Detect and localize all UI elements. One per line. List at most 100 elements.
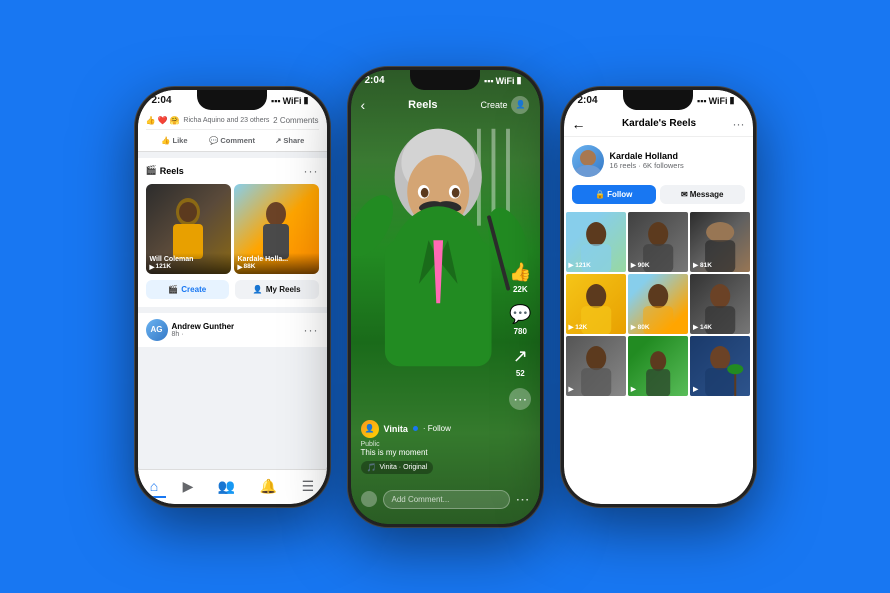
profile-header: Kardale Holland 16 reels · 6K followers xyxy=(564,137,753,185)
public-text: Public xyxy=(361,441,490,448)
back-arrow[interactable]: ‹ xyxy=(361,97,366,113)
profile-stats: 16 reels · 6K followers xyxy=(610,161,745,170)
reels-top-bar-title: Reels xyxy=(408,99,437,111)
signal-icon-left: ▪▪▪ xyxy=(271,96,281,106)
profile-menu-dots[interactable]: ··· xyxy=(733,117,745,131)
post-info: Andrew Gunther 8h · xyxy=(172,322,235,338)
comments-count: 780 xyxy=(514,327,527,336)
comment-icon: 💬 xyxy=(209,136,218,145)
grid-reel-9[interactable]: ▶ xyxy=(690,336,750,396)
profile-name: Kardale Holland xyxy=(610,151,745,161)
post-name: Andrew Gunther xyxy=(172,322,235,331)
message-icon: ✉ xyxy=(681,190,688,199)
share-label: Share xyxy=(283,136,304,145)
feed-screen: 2:04 ▪▪▪ WiFi ▮ 👍 ❤️ 🤗 Richa Aquino and … xyxy=(138,90,327,504)
follow-icon: 🔒 xyxy=(595,190,605,199)
thumbs-up-icon: 👍 xyxy=(509,262,531,283)
like-action[interactable]: 👍 22K xyxy=(509,262,531,294)
create-text[interactable]: Create xyxy=(480,100,507,110)
audio-text: Vinita · Original xyxy=(379,464,427,471)
reel-card-2[interactable]: Kardale Holla... ▶88K xyxy=(234,184,319,274)
profile-back-arrow[interactable]: ← xyxy=(572,116,586,132)
reels-menu-dots[interactable]: ··· xyxy=(304,164,319,178)
comment-action[interactable]: 💬 780 xyxy=(509,304,531,336)
comments-count: 2 Comments xyxy=(273,116,318,125)
share-arrow-icon: ↗ xyxy=(513,346,528,367)
reel-card-1[interactable]: Will Coleman ▶121K xyxy=(146,184,231,274)
reel-name-1: Will Coleman xyxy=(150,256,227,263)
reel-views-2: ▶88K xyxy=(238,263,315,271)
share-action[interactable]: ↗ 52 xyxy=(513,346,528,378)
grid-reel-2[interactable]: ▶ 90K xyxy=(628,212,688,272)
grid-reel-count-2: ▶ 90K xyxy=(631,261,650,269)
grid-reel-3[interactable]: ▶ 81K xyxy=(690,212,750,272)
share-icon: ↗ xyxy=(275,136,281,145)
post-menu-dots[interactable]: ··· xyxy=(304,323,319,337)
grid-reel-8[interactable]: ▶ xyxy=(628,336,688,396)
grid-reel-count-5: ▶ 80K xyxy=(631,323,650,331)
like-icon-btn: 👍 xyxy=(161,136,170,145)
reels-icon: 🎬 xyxy=(146,165,157,176)
user-avatar-top: 👤 xyxy=(511,96,529,114)
share-button[interactable]: ↗ Share xyxy=(261,134,319,147)
grid-reel-count-4: ▶ 12K xyxy=(569,323,588,331)
reels-label: Reels xyxy=(160,166,184,176)
nav-bell[interactable]: 🔔 xyxy=(252,476,285,497)
nav-people[interactable]: 👥 xyxy=(210,476,243,497)
reels-grid-profile: ▶ 121K ▶ 90K ▶ 81K xyxy=(564,212,753,397)
grid-reel-1[interactable]: ▶ 121K xyxy=(566,212,626,272)
social-text: Richa Aquino and 23 others xyxy=(183,117,269,124)
profile-screen: 2:04 ▪▪▪ WiFi ▮ ← Kardale's Reels ··· xyxy=(564,90,753,504)
my-reels-icon: 👤 xyxy=(253,285,263,294)
my-reels-button[interactable]: 👤 My Reels xyxy=(235,280,319,299)
verified-dot xyxy=(413,426,418,431)
grid-reel-count-3: ▶ 81K xyxy=(693,261,712,269)
status-icons-left: ▪▪▪ WiFi ▮ xyxy=(271,95,308,106)
reels-section: 🎬 Reels ··· xyxy=(138,158,327,307)
care-emoji: 🤗 xyxy=(169,116,179,125)
grid-reel-4[interactable]: ▶ 12K xyxy=(566,274,626,334)
battery-icon-right: ▮ xyxy=(730,95,735,106)
bottom-nav: ⌂ ▶ 👥 🔔 ☰ xyxy=(138,469,327,504)
profile-avatar xyxy=(572,145,604,177)
profile-info: Kardale Holland 16 reels · 6K followers xyxy=(610,151,745,170)
reels-username: Vinita xyxy=(384,424,408,434)
comment-input[interactable]: Add Comment... xyxy=(383,490,510,509)
notch-center xyxy=(410,70,480,90)
follow-button[interactable]: 🔒 Follow xyxy=(572,185,657,204)
reel-overlay-2: Kardale Holla... ▶88K xyxy=(234,253,319,274)
notch-left xyxy=(197,90,267,110)
post-avatar: AG xyxy=(146,319,168,341)
battery-icon-left: ▮ xyxy=(304,95,309,106)
grid-reel-count-6: ▶ 14K xyxy=(693,323,712,331)
reels-audio[interactable]: 🎵 Vinita · Original xyxy=(361,461,434,474)
post-left: AG Andrew Gunther 8h · xyxy=(146,319,235,341)
reels-comment-bar: Add Comment... ⋯ xyxy=(361,490,530,509)
comment-more-dots[interactable]: ⋯ xyxy=(516,491,530,508)
nav-home[interactable]: ⌂ xyxy=(142,476,166,498)
nav-menu[interactable]: ☰ xyxy=(294,476,323,497)
wifi-icon-right: WiFi xyxy=(709,96,728,106)
create-label: Create xyxy=(181,285,206,294)
comment-button[interactable]: 💬 Comment xyxy=(203,134,261,147)
grid-reel-5[interactable]: ▶ 80K xyxy=(628,274,688,334)
like-button[interactable]: 👍 Like xyxy=(146,134,204,147)
time-left: 2:04 xyxy=(152,95,172,106)
status-icons-center: ▪▪▪ WiFi ▮ xyxy=(484,75,521,86)
audio-note-icon: 🎵 xyxy=(367,463,377,472)
more-dots-icon: ⋯ xyxy=(509,388,531,410)
more-action[interactable]: ⋯ xyxy=(509,388,531,410)
grid-reel-count-8: ▶ xyxy=(631,385,636,393)
grid-reel-7[interactable]: ▶ xyxy=(566,336,626,396)
message-button[interactable]: ✉ Message xyxy=(660,185,745,204)
reels-title: 🎬 Reels xyxy=(146,165,184,176)
follow-text[interactable]: · Follow xyxy=(423,424,451,433)
reel-overlay-1: Will Coleman ▶121K xyxy=(146,253,231,274)
reels-section-header: 🎬 Reels ··· xyxy=(146,164,319,178)
profile-buttons: 🔒 Follow ✉ Message xyxy=(564,185,753,212)
nav-video[interactable]: ▶ xyxy=(175,476,202,497)
like-emoji: 👍 xyxy=(146,116,156,125)
create-button[interactable]: 🎬 Create xyxy=(146,280,230,299)
signal-icon-right: ▪▪▪ xyxy=(697,96,707,106)
grid-reel-6[interactable]: ▶ 14K xyxy=(690,274,750,334)
